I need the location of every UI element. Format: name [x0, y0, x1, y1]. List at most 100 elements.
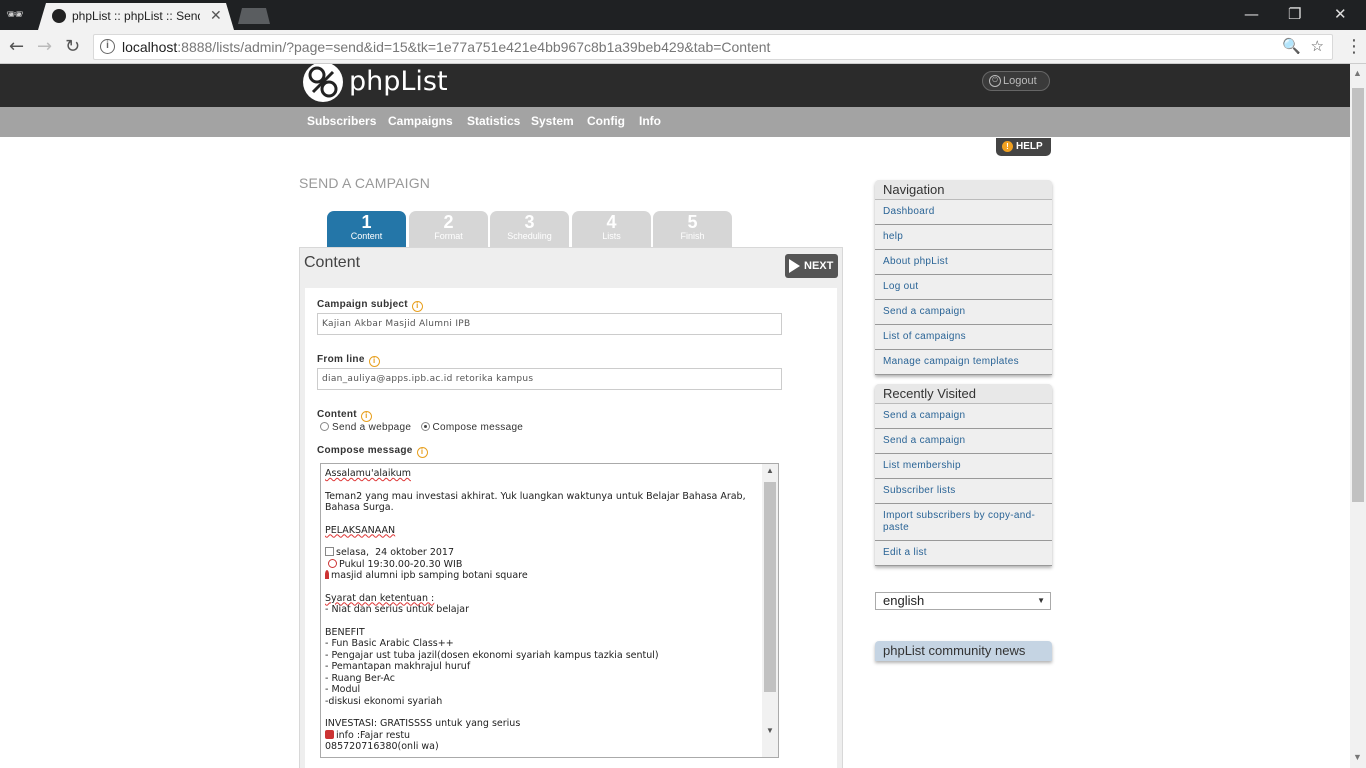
- step-tab-content[interactable]: 1 Content: [327, 211, 406, 247]
- logout-button[interactable]: ⏻ Logout: [982, 71, 1050, 91]
- phplist-favicon-icon: [52, 9, 66, 23]
- logo-text[interactable]: phpList: [349, 66, 448, 97]
- recent-subscriber-lists[interactable]: Subscriber lists: [875, 479, 1052, 504]
- message-line: Assalamu'alaikum: [325, 468, 411, 479]
- step-number: 3: [524, 212, 535, 232]
- compose-label: Compose message i: [317, 445, 428, 458]
- info-icon[interactable]: i: [411, 301, 423, 312]
- step-tab-scheduling[interactable]: 3 Scheduling: [490, 211, 569, 247]
- next-button[interactable]: NEXT: [785, 254, 838, 278]
- menu-config[interactable]: Config: [587, 114, 625, 128]
- step-number: 4: [606, 212, 617, 232]
- incognito-icon: 🕶: [6, 7, 24, 23]
- nav-manage-templates[interactable]: Manage campaign templates: [875, 350, 1052, 375]
- logout-label: Logout: [1003, 75, 1037, 87]
- phplist-header: phpList ⏻ Logout: [0, 64, 1350, 107]
- recent-edit-list[interactable]: Edit a list: [875, 541, 1052, 566]
- language-select[interactable]: english ▼: [875, 592, 1051, 610]
- language-value: english: [883, 593, 925, 608]
- message-line: - Niat dan serius untuk belajar: [325, 604, 469, 615]
- nav-about[interactable]: About phpList: [875, 250, 1052, 275]
- from-input[interactable]: dian_auliya@apps.ipb.ac.id retorika kamp…: [317, 368, 782, 390]
- scroll-down-icon[interactable]: ▼: [1353, 752, 1362, 762]
- zoom-icon[interactable]: 🔍: [1282, 37, 1301, 55]
- nav-help[interactable]: help: [875, 225, 1052, 250]
- scroll-up-icon[interactable]: ▲: [766, 466, 774, 475]
- content-type-label: Content i: [317, 409, 372, 422]
- info-icon[interactable]: i: [360, 411, 372, 422]
- recent-send-campaign[interactable]: Send a campaign: [875, 429, 1052, 454]
- bookmark-star-icon[interactable]: ☆: [1311, 37, 1324, 55]
- tab-title: phpList :: phpList :: Send: [72, 9, 200, 23]
- content-heading: Content: [304, 254, 361, 271]
- menu-subscribers[interactable]: Subscribers: [307, 114, 376, 128]
- editor-scrollbar[interactable]: ▲ ▼: [762, 464, 778, 757]
- play-arrow-icon: [789, 259, 800, 273]
- forward-arrow-icon[interactable]: →: [37, 36, 52, 57]
- campaign-form: Campaign subject i Kajian Akbar Masjid Al…: [305, 288, 837, 768]
- message-editor[interactable]: Assalamu'alaikum Teman2 yang mau investa…: [320, 463, 779, 758]
- window-restore-button[interactable]: ❐: [1288, 5, 1301, 23]
- scroll-up-icon[interactable]: ▲: [1353, 68, 1362, 78]
- scroll-down-icon[interactable]: ▼: [766, 726, 774, 735]
- message-line: 085720716380(onli wa): [325, 741, 439, 752]
- content-panel: Content NEXT Campaign subject i Kajian Ak…: [299, 247, 843, 768]
- reload-icon[interactable]: ↻: [65, 36, 80, 57]
- radio-send-webpage[interactable]: [320, 422, 329, 431]
- step-tab-format[interactable]: 2 Format: [409, 211, 488, 247]
- back-arrow-icon[interactable]: ←: [9, 36, 24, 57]
- step-label: Lists: [602, 231, 621, 241]
- radio-webpage-label[interactable]: Send a webpage: [332, 422, 411, 433]
- tab-close-icon[interactable]: ✕: [210, 7, 222, 24]
- nav-dashboard[interactable]: Dashboard: [875, 200, 1052, 225]
- recent-list-membership[interactable]: List membership: [875, 454, 1052, 479]
- browser-tab[interactable]: phpList :: phpList :: Send ✕: [38, 3, 234, 30]
- menu-info[interactable]: Info: [639, 114, 661, 128]
- community-news-box[interactable]: phpList community news: [875, 641, 1052, 661]
- power-icon: ⏻: [989, 75, 1001, 87]
- nav-send-campaign[interactable]: Send a campaign: [875, 300, 1052, 325]
- browser-menu-icon[interactable]: ⋮: [1345, 36, 1363, 57]
- window-minimize-button[interactable]: —: [1244, 5, 1259, 23]
- help-alert-icon: !: [1002, 141, 1013, 152]
- phplist-logo-icon[interactable]: [303, 64, 343, 102]
- pushpin-icon: [325, 570, 329, 579]
- page-scroll-thumb[interactable]: [1352, 88, 1364, 502]
- message-line: - Fun Basic Arabic Class++: [325, 638, 454, 649]
- site-info-icon[interactable]: i: [100, 39, 115, 54]
- message-line: PELAKSANAAN: [325, 524, 396, 536]
- radio-compose-message[interactable]: [420, 422, 430, 431]
- recent-send-campaign[interactable]: Send a campaign: [875, 404, 1052, 429]
- new-tab-button[interactable]: [238, 8, 270, 24]
- step-tab-lists[interactable]: 4 Lists: [572, 211, 651, 247]
- editor-content[interactable]: Assalamu'alaikum Teman2 yang mau investa…: [325, 468, 761, 753]
- message-line: masjid alumni ipb samping botani square: [331, 570, 528, 581]
- page-scrollbar[interactable]: ▲ ▼: [1350, 64, 1366, 768]
- recently-visited-box: Recently Visited Send a campaign Send a …: [875, 384, 1052, 566]
- help-button[interactable]: ! HELP: [996, 138, 1051, 156]
- step-number: 5: [687, 212, 698, 232]
- next-label: NEXT: [804, 260, 834, 272]
- recent-import-subscribers[interactable]: Import subscribers by copy-and-paste: [875, 504, 1052, 541]
- step-number: 1: [361, 212, 372, 232]
- window-close-button[interactable]: ✕: [1334, 5, 1347, 23]
- info-icon[interactable]: i: [416, 447, 428, 458]
- nav-list-campaigns[interactable]: List of campaigns: [875, 325, 1052, 350]
- message-line: info :Fajar restu: [336, 729, 411, 741]
- omnibox-icons: 🔍 ☆: [1282, 37, 1324, 55]
- message-line: selasa, 24 oktober 2017: [336, 547, 455, 558]
- nav-logout[interactable]: Log out: [875, 275, 1052, 300]
- message-line: -diskusi ekonomi syariah: [325, 695, 443, 707]
- info-icon[interactable]: i: [368, 356, 380, 367]
- menu-system[interactable]: System: [531, 114, 574, 128]
- address-bar[interactable]: i localhost:8888/lists/admin/?page=send&…: [93, 34, 1333, 60]
- main-menu: Subscribers Campaigns Statistics System …: [0, 107, 1350, 137]
- editor-scroll-thumb[interactable]: [764, 482, 776, 692]
- menu-statistics[interactable]: Statistics: [467, 114, 520, 128]
- url-text[interactable]: localhost:8888/lists/admin/?page=send&id…: [122, 39, 770, 55]
- radio-compose-label[interactable]: Compose message: [433, 422, 524, 433]
- subject-input[interactable]: Kajian Akbar Masjid Alumni IPB: [317, 313, 782, 335]
- menu-campaigns[interactable]: Campaigns: [388, 114, 453, 128]
- step-tab-finish[interactable]: 5 Finish: [653, 211, 732, 247]
- message-line: - Modul: [325, 684, 361, 695]
